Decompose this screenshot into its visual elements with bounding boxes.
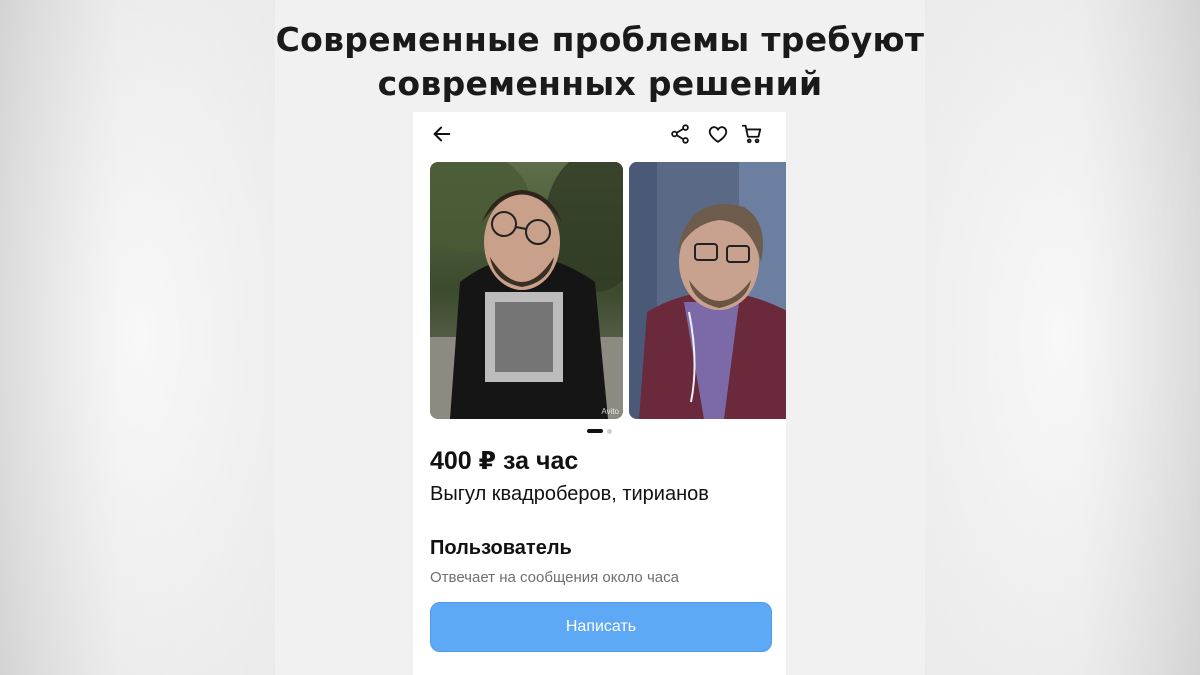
seller-response-status: Отвечает на сообщения около часа (430, 569, 679, 586)
listing-screen: Avito 400 ₽ за час Выгул квадроберов, ти… (413, 112, 786, 675)
back-arrow-icon[interactable] (429, 121, 455, 147)
meme-caption-line-1: Современные проблемы требуют (275, 20, 925, 59)
avito-watermark: Avito (601, 407, 619, 416)
pagination-dot[interactable] (607, 428, 612, 434)
share-icon[interactable] (667, 121, 693, 147)
image-stage: Современные проблемы требуют современных… (0, 0, 1200, 675)
listing-photo-1[interactable]: Avito (430, 162, 623, 419)
top-bar (413, 112, 786, 156)
listing-photo-2[interactable] (629, 162, 786, 419)
blurred-background-right (925, 0, 1200, 675)
listing-title: Выгул квадроберов, тирианов (430, 483, 709, 505)
gallery-pagination (587, 428, 612, 434)
heart-icon[interactable] (705, 121, 731, 147)
cart-icon[interactable] (739, 121, 765, 147)
listing-price: 400 ₽ за час (430, 447, 579, 475)
write-message-button[interactable]: Написать (430, 602, 772, 652)
photo-gallery[interactable]: Avito (430, 162, 786, 419)
blurred-background-left (0, 0, 275, 675)
pagination-dot-active[interactable] (587, 429, 603, 433)
seller-name[interactable]: Пользователь (430, 537, 572, 560)
meme-caption: Современные проблемы требуют современных… (275, 18, 925, 106)
meme-caption-line-2: современных решений (377, 64, 823, 103)
